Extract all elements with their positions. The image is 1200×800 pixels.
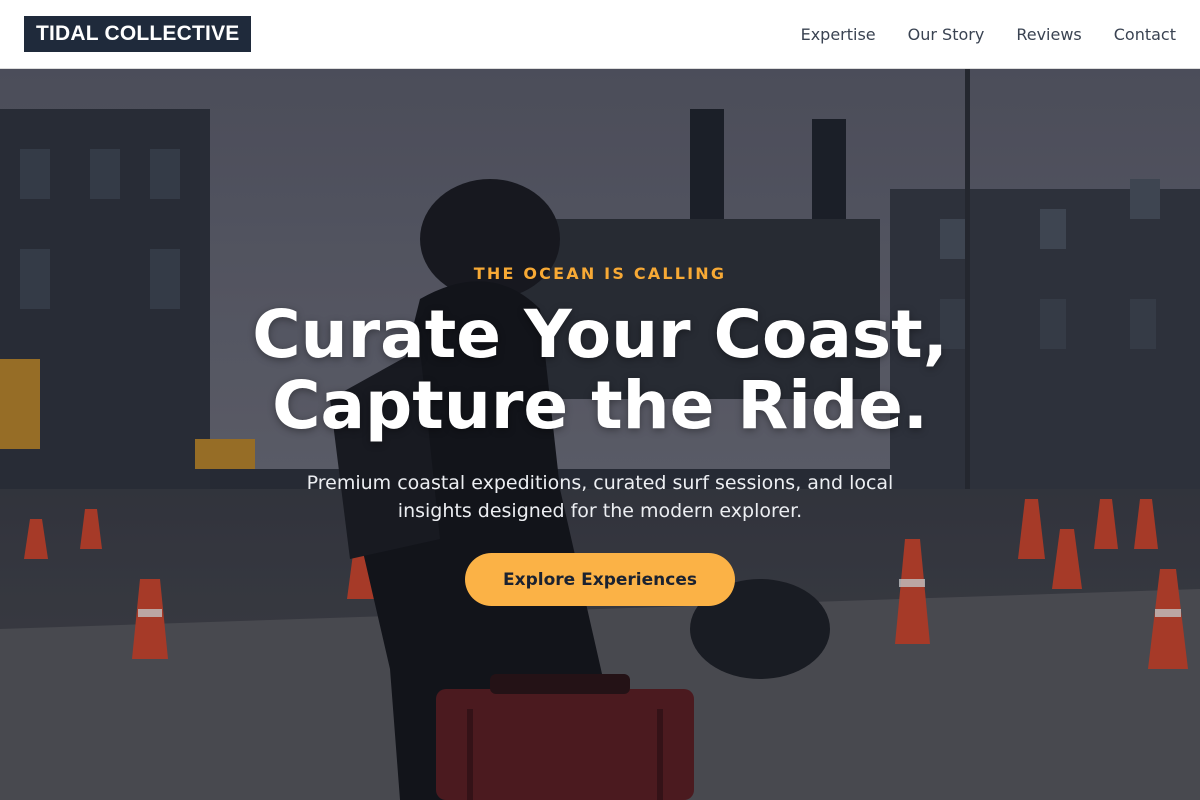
hero-content: THE OCEAN IS CALLING Curate Your Coast, … — [0, 69, 1200, 800]
hero-section: THE OCEAN IS CALLING Curate Your Coast, … — [0, 69, 1200, 800]
hero-headline: Curate Your Coast, Capture the Ride. — [100, 299, 1100, 441]
hero-headline-line-2: Capture the Ride. — [272, 367, 928, 444]
brand-logo[interactable]: TIDAL COLLECTIVE — [24, 16, 252, 52]
hero-subtitle: Premium coastal expeditions, curated sur… — [306, 472, 894, 522]
main-nav: Expertise Our Story Reviews Contact — [769, 25, 1176, 44]
top-navbar: TIDAL COLLECTIVE Expertise Our Story Rev… — [0, 0, 1200, 69]
explore-experiences-button[interactable]: Explore Experiences — [465, 553, 735, 606]
hero-headline-line-1: Curate Your Coast, — [252, 296, 948, 373]
nav-link-reviews[interactable]: Reviews — [1016, 25, 1081, 44]
nav-link-expertise[interactable]: Expertise — [801, 25, 876, 44]
hero-eyebrow: THE OCEAN IS CALLING — [473, 264, 727, 283]
nav-link-our-story[interactable]: Our Story — [908, 25, 985, 44]
nav-link-contact[interactable]: Contact — [1114, 25, 1176, 44]
